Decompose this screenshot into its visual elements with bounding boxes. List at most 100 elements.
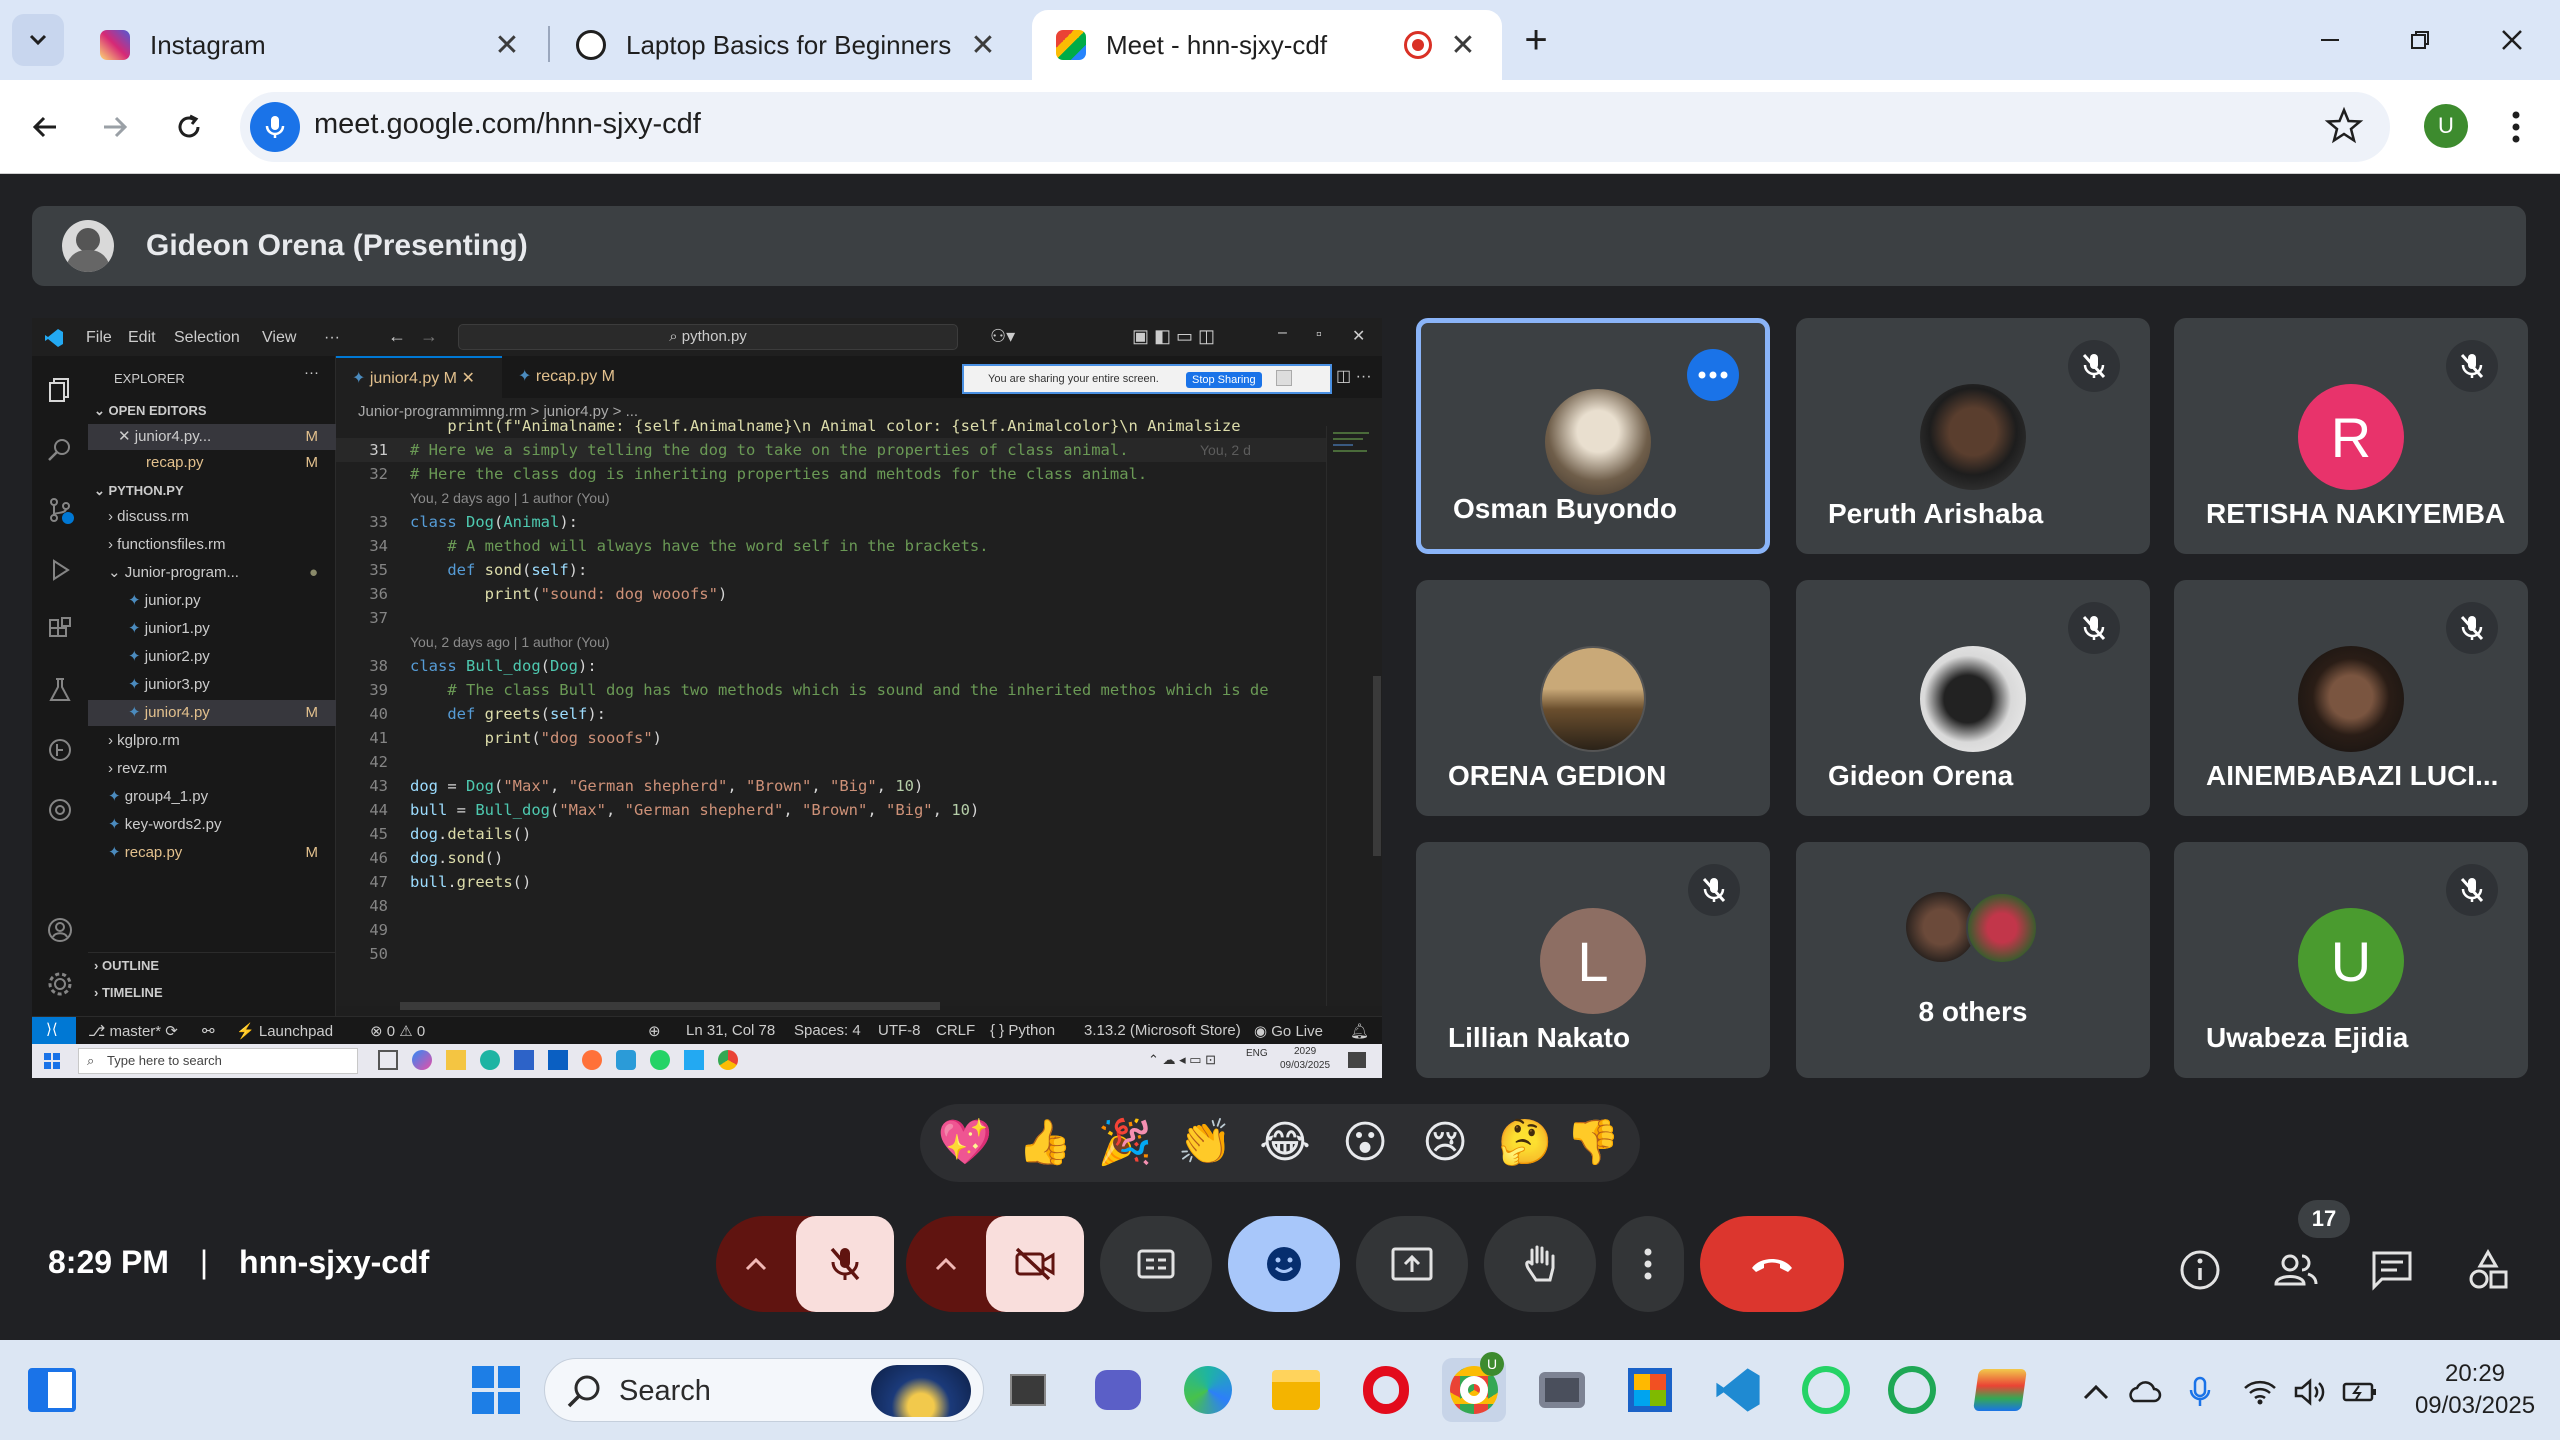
menu-edit[interactable]: Edit xyxy=(128,329,156,347)
reaction-thinking[interactable]: 🤔 xyxy=(1496,1114,1554,1172)
reaction-thumbs-up[interactable]: 👍 xyxy=(1016,1114,1074,1172)
extensions-icon[interactable] xyxy=(46,616,74,644)
battery-icon[interactable] xyxy=(2342,1374,2378,1410)
more-icon[interactable]: ··· xyxy=(304,364,319,381)
codelens-blame[interactable]: You, 2 days ago | 1 author (You) xyxy=(410,631,610,653)
file-item[interactable]: ✦ junior2.py xyxy=(88,644,336,670)
restore-button[interactable] xyxy=(2390,18,2450,62)
notifications-icon[interactable]: 🔔︎ xyxy=(1350,1022,1369,1040)
system-clock[interactable]: 20:29 09/03/2025 xyxy=(2400,1358,2550,1422)
launchpad[interactable]: ⚡ Launchpad xyxy=(236,1022,333,1040)
wifi-icon[interactable] xyxy=(2242,1374,2278,1410)
editor-tab-junior4[interactable]: ✦ junior4.py M ✕ xyxy=(336,356,502,398)
close-icon[interactable]: ✕ xyxy=(1448,28,1478,63)
file-explorer-icon[interactable] xyxy=(1268,1362,1324,1418)
send-reaction-button[interactable] xyxy=(1228,1216,1340,1312)
forward-button[interactable] xyxy=(90,102,140,152)
stop-sharing-button[interactable]: Stop Sharing xyxy=(1186,372,1262,388)
camera-icon[interactable] xyxy=(1534,1362,1590,1418)
vscode-minimize-icon[interactable]: – xyxy=(1278,324,1287,342)
vscode-icon[interactable] xyxy=(1710,1362,1766,1418)
activities-button[interactable] xyxy=(2458,1240,2518,1300)
hide-banner-icon[interactable] xyxy=(1276,370,1292,386)
problems-indicator[interactable]: ⊗ 0 ⚠ 0 xyxy=(370,1022,425,1040)
participant-options-button[interactable] xyxy=(1687,349,1739,401)
chrome-icon[interactable]: U xyxy=(1442,1352,1506,1422)
vscode-icon[interactable] xyxy=(684,1050,704,1070)
whatsapp-icon[interactable] xyxy=(650,1050,670,1070)
participant-tile[interactable]: U Uwabeza Ejidia xyxy=(2174,842,2528,1078)
file-item[interactable]: ✦ recap.py M xyxy=(88,840,336,866)
firefox-icon[interactable] xyxy=(582,1050,602,1070)
reaction-party[interactable]: 🎉 xyxy=(1096,1114,1154,1172)
git-graph-icon[interactable] xyxy=(46,736,74,764)
file-item[interactable]: › revz.rm xyxy=(88,756,336,782)
back-button[interactable] xyxy=(20,102,70,152)
horizontal-scrollbar[interactable] xyxy=(400,1002,940,1010)
reaction-thumbs-down[interactable]: 👎 xyxy=(1564,1114,1622,1172)
file-item[interactable]: ✦ group4_1.py xyxy=(88,784,336,810)
open-editor-item[interactable]: ✕ junior4.py... M xyxy=(88,424,336,450)
teams-icon[interactable] xyxy=(1090,1362,1146,1418)
reaction-sad[interactable]: 😢 xyxy=(1416,1114,1474,1172)
tab-instagram[interactable]: Instagram ✕ xyxy=(76,10,546,80)
edge-icon[interactable] xyxy=(480,1050,500,1070)
open-editors-header[interactable]: ⌄ OPEN EDITORS xyxy=(88,398,336,424)
timeline-header[interactable]: › TIMELINE xyxy=(88,980,336,1006)
opera-icon[interactable] xyxy=(1358,1362,1414,1418)
participant-tile[interactable]: R RETISHA NAKIYEMBA xyxy=(2174,318,2528,554)
open-editor-item[interactable]: recap.py M xyxy=(88,450,336,476)
menu-selection[interactable]: Selection xyxy=(174,329,240,347)
camera-toggle-button[interactable] xyxy=(986,1216,1084,1312)
bluestacks-icon[interactable] xyxy=(1972,1362,2028,1418)
close-window-button[interactable] xyxy=(2482,18,2542,62)
participant-tile[interactable]: L Lillian Nakato xyxy=(1416,842,1770,1078)
remote-explorer-icon[interactable] xyxy=(46,796,74,824)
captions-button[interactable] xyxy=(1100,1216,1212,1312)
show-hidden-icons[interactable] xyxy=(2078,1374,2114,1410)
minimap[interactable] xyxy=(1326,426,1382,1006)
account-icon[interactable] xyxy=(46,916,74,944)
project-header[interactable]: ⌄ PYTHON.PY xyxy=(88,478,336,504)
tab-search-button[interactable] xyxy=(12,14,64,66)
tab-laptop-basics[interactable]: Laptop Basics for Beginners ✕ xyxy=(552,10,1022,80)
code-editor[interactable]: print(f"Animalname: {self.Animalname}\n … xyxy=(336,417,1326,1010)
taskbar-search[interactable]: Search xyxy=(544,1358,984,1422)
reaction-clap[interactable]: 👏 xyxy=(1176,1114,1234,1172)
chrome-icon[interactable] xyxy=(718,1050,738,1070)
store-icon[interactable] xyxy=(514,1050,534,1070)
inner-tray-icons[interactable]: ⌃ ☁ ◂ ▭ ⊡ xyxy=(1148,1052,1216,1068)
source-control-icon[interactable] xyxy=(46,496,74,524)
mic-in-use-indicator[interactable] xyxy=(250,102,300,152)
present-screen-button[interactable] xyxy=(1356,1216,1468,1312)
file-item[interactable]: › discuss.rm xyxy=(88,504,336,530)
leave-call-button[interactable] xyxy=(1700,1216,1844,1312)
url-text[interactable]: meet.google.com/hnn-sjxy-cdf xyxy=(314,108,701,141)
participant-tile[interactable]: Gideon Orena xyxy=(1796,580,2150,816)
bookmark-button[interactable] xyxy=(2322,104,2366,153)
source-icon[interactable]: ⚯ xyxy=(202,1022,215,1040)
others-tile[interactable]: 8 others xyxy=(1796,842,2150,1078)
people-button[interactable] xyxy=(2266,1240,2326,1300)
file-item[interactable]: ✦ key-words2.py xyxy=(88,812,336,838)
copilot-icon[interactable]: ⚇▾ xyxy=(990,326,1015,347)
copilot-icon[interactable] xyxy=(412,1050,432,1070)
outline-header[interactable]: › OUTLINE xyxy=(88,952,336,978)
reaction-heart[interactable]: 💖 xyxy=(936,1114,994,1172)
inner-search-box[interactable]: ⌕ Type here to search xyxy=(78,1048,358,1074)
gear-icon[interactable] xyxy=(46,970,74,998)
language-mode[interactable]: { } Python xyxy=(990,1022,1055,1039)
app-icon[interactable] xyxy=(616,1050,636,1070)
video-options-button[interactable] xyxy=(906,1216,986,1312)
reaction-surprised[interactable]: 😮 xyxy=(1336,1114,1394,1172)
file-item[interactable]: ✦ junior.py xyxy=(88,588,336,614)
encoding[interactable]: UTF-8 xyxy=(878,1022,921,1039)
file-item[interactable]: ✦ junior1.py xyxy=(88,616,336,642)
vscode-restore-icon[interactable]: ▫ xyxy=(1316,326,1322,344)
browser-menu-button[interactable] xyxy=(2496,104,2536,150)
editor-tab-recap[interactable]: ✦ recap.py M xyxy=(502,356,642,398)
run-debug-icon[interactable] xyxy=(46,556,74,584)
mic-in-use-tray[interactable] xyxy=(2182,1374,2218,1410)
start-button[interactable] xyxy=(468,1362,524,1418)
microsoft-store-icon[interactable] xyxy=(1622,1362,1678,1418)
